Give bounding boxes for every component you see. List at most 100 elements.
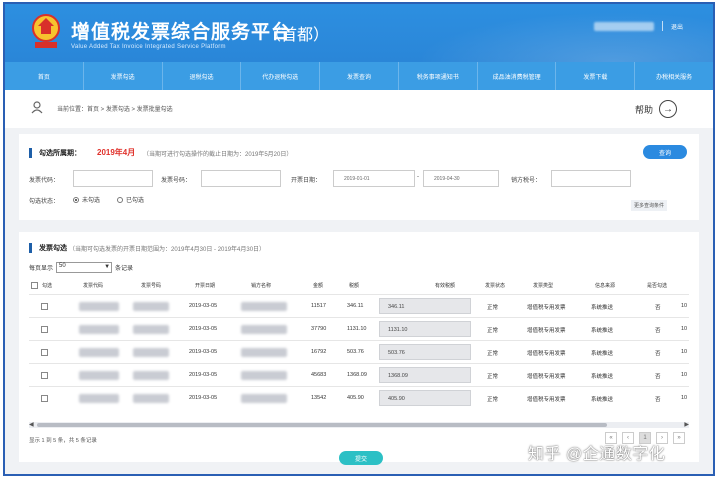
issue-date: 2019-03-05 [189,349,218,355]
table-header: 勾选 发票代码 发票号码 开票日期 销方名称 金额 税额 有效税额 发票状态 发… [29,278,689,294]
nav-item-agent-refund[interactable]: 代办退税勾选 [241,62,321,90]
extra-col: 10 [681,349,688,355]
scroll-left-icon[interactable]: ◀ [29,421,34,428]
extra-col: 10 [681,326,688,332]
info-source: 系统推送 [591,351,614,357]
is-selected: 否 [655,328,661,334]
table-row[interactable]: 2019-03-05 37790 1131.10 1131.10 正常 增值税专… [29,317,689,341]
invoice-no-redacted [133,394,169,403]
more-conditions-link[interactable]: 更多查询条件 [631,200,668,211]
breadcrumb: 当前位置：首页 > 发票勾选 > 发票批量勾选 [57,107,173,113]
table-row[interactable]: 2019-03-05 13542 405.90 405.90 正常 增值税专用发… [29,386,689,410]
col-header: 发票类型 [533,283,554,289]
record-total: 显示 1 到 5 条，共 5 条记录 [29,438,97,444]
invoice-type: 增值税专用发票 [527,305,566,311]
table-row[interactable]: 2019-03-05 16792 503.76 503.76 正常 增值税专用发… [29,340,689,364]
invoice-no-redacted [133,302,169,311]
valid-tax-input[interactable]: 405.90 [379,390,471,406]
status-radio-unchecked[interactable]: 未勾选 [73,195,100,204]
invoice-no-redacted [133,348,169,357]
scrollbar-thumb[interactable] [37,423,607,427]
col-header: 信息来源 [595,283,616,289]
is-selected: 否 [655,351,661,357]
query-button[interactable]: 查询 [643,145,687,159]
amount: 37790 [311,326,327,332]
submit-button[interactable]: 提交 [339,451,383,465]
invoice-type: 增值税专用发票 [527,397,566,403]
invoice-code-redacted [79,325,119,334]
issue-date: 2019-03-05 [189,372,218,378]
radio-dot [117,196,123,203]
row-checkbox[interactable] [41,372,48,379]
platform-region: （首都） [265,27,330,44]
period-note: （当期可进行勾选操作的截止日期为：2019年5月20日） [143,152,293,158]
invoice-no-redacted [133,371,169,380]
invoice-no-redacted [133,325,169,334]
list-title: 发票勾选 [39,245,67,252]
valid-tax-input[interactable]: 1131.10 [379,321,471,337]
table-row[interactable]: 2019-03-05 45683 1368.09 1368.09 正常 增值税专… [29,363,689,387]
seller-name-redacted [241,302,287,311]
tax: 346.11 [347,303,364,309]
arrow-right-icon: → [659,100,677,118]
location-icon [31,101,43,114]
help-button[interactable]: 帮助 → [635,100,677,118]
select-all-checkbox[interactable] [31,282,38,289]
invoice-code-input[interactable] [73,170,153,187]
query-panel: 勾选所属期： 2019年4月 （当期可进行勾选操作的截止日期为：2019年5月2… [19,134,699,220]
is-selected: 否 [655,305,661,311]
row-checkbox[interactable] [41,395,48,402]
date-to-input[interactable]: 2019-04-30 [423,170,499,187]
horizontal-scrollbar[interactable]: ◀ ▶ [29,422,689,428]
date-from-input[interactable]: 2019-01-01 [333,170,415,187]
user-name-redacted[interactable] [593,21,654,31]
nav-item-invoice-query[interactable]: 发票查询 [320,62,399,90]
invoice-code-redacted [79,302,119,311]
top-header: 增值税发票综合服务平台 （首都） Value Added Tax Invoice… [5,4,713,62]
invoice-status: 正常 [487,351,499,357]
nav-item-invoice-select[interactable]: 发票勾选 [84,62,163,90]
nav-item-invoice-download[interactable]: 发票下载 [556,62,636,90]
amount: 11517 [311,303,326,309]
info-source: 系统推送 [591,397,614,403]
invoice-type: 增值税专用发票 [527,351,566,357]
row-checkbox[interactable] [41,303,48,310]
page-size-select[interactable]: 50 [56,262,113,273]
table-row[interactable]: 2019-03-05 11517 346.11 346.11 正常 增值税专用发… [29,294,689,318]
page-size-control: 每页显示 50 条记录 [29,262,133,273]
invoice-no-label: 发票号码： [161,178,192,184]
nav-item-home[interactable]: 首页 [5,62,84,90]
status-radio-checked[interactable]: 已勾选 [117,195,144,204]
seller-tax-input[interactable] [551,170,631,187]
invoice-status: 正常 [487,305,499,311]
valid-tax-input[interactable]: 1368.09 [379,367,471,383]
seller-name-redacted [241,394,287,403]
seller-name-redacted [241,348,287,357]
invoice-code-label: 发票代码： [29,178,60,184]
valid-tax-input[interactable]: 503.76 [379,344,471,360]
nav-item-tax-notice[interactable]: 税务事项通知书 [399,62,478,90]
period-label: 勾选所属期： [39,150,81,157]
invoice-status: 正常 [487,374,499,380]
status-option-label: 未勾选 [82,198,101,204]
row-checkbox[interactable] [41,326,48,333]
nav-item-oil-tax[interactable]: 成品油消费税管理 [478,62,557,90]
status-label: 勾选状态： [29,199,60,205]
nav-item-services[interactable]: 办税相关服务 [635,62,713,90]
row-checkbox[interactable] [41,349,48,356]
tax: 405.90 [347,395,364,401]
col-header: 销方名称 [251,283,272,289]
seller-name-redacted [241,325,287,334]
last-page-button[interactable]: » [673,432,685,444]
invoice-no-input[interactable] [201,170,281,187]
period-value: 2019年4月 [97,148,136,157]
seller-name-redacted [241,371,287,380]
tax-emblem-logo [32,14,60,48]
is-selected: 否 [655,397,661,403]
logout-link[interactable]: 退出 [671,22,683,31]
valid-tax-input[interactable]: 346.11 [379,298,471,314]
col-header: 勾选 [42,283,53,289]
scroll-right-icon[interactable]: ▶ [684,421,689,428]
nav-item-refund-select[interactable]: 退税勾选 [163,62,242,90]
invoice-type: 增值税专用发票 [527,328,566,334]
